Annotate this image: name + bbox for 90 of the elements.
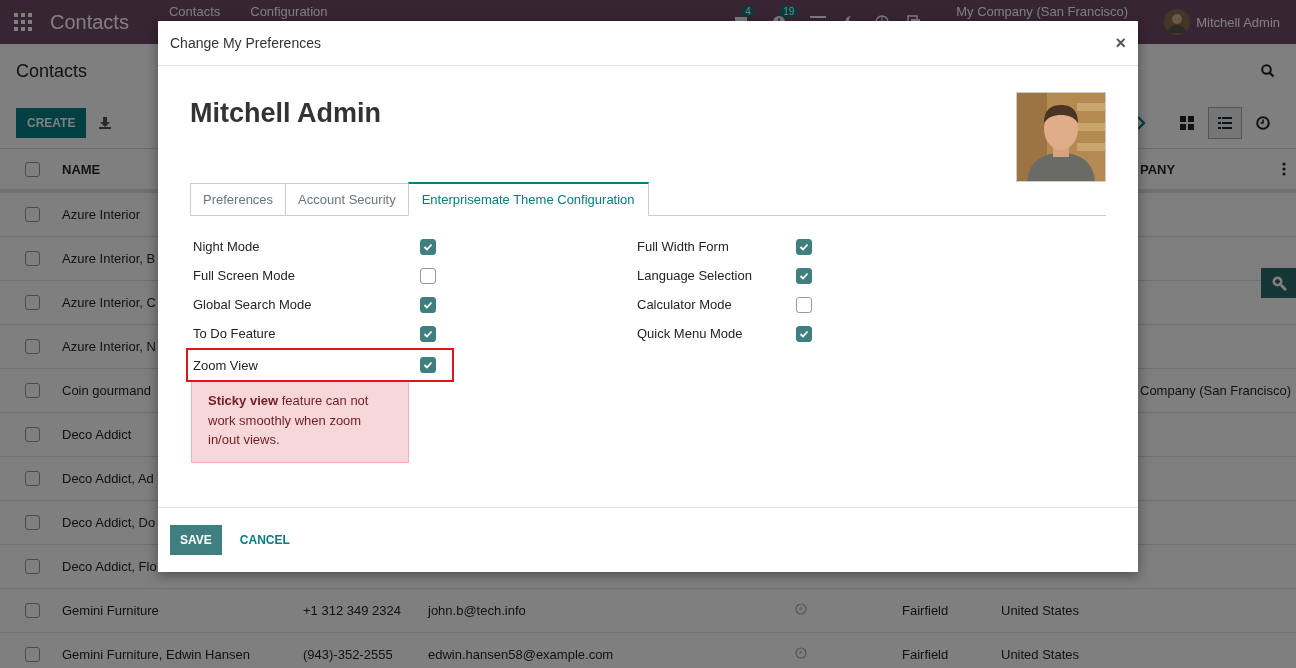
table-cell: Gemini Furniture, Edwin Hansen <box>62 647 250 662</box>
download-icon[interactable] <box>99 117 112 129</box>
table-cell: Azure Interior <box>62 207 141 222</box>
check-icon <box>799 271 809 280</box>
check-icon <box>423 300 433 309</box>
table-cell: +1 312 349 2324 <box>303 603 401 618</box>
company-switcher[interactable]: My Company (San Francisco) <box>956 4 1129 19</box>
create-button[interactable]: CREATE <box>16 108 87 138</box>
field-label: Night Mode <box>193 239 260 254</box>
table-cell: Deco Addict, Ad <box>62 471 154 486</box>
clock-icon[interactable] <box>795 603 807 615</box>
notification-badge: 4 <box>742 6 754 17</box>
checkbox[interactable] <box>420 267 436 284</box>
column-header[interactable]: NAME <box>62 161 101 177</box>
menu-item[interactable]: Contacts <box>168 4 221 19</box>
checkbox[interactable] <box>420 238 436 255</box>
notification-badge: 19 <box>780 6 798 17</box>
warning-message: Sticky view feature can not work smoothly when zoom in/out views. <box>191 382 409 463</box>
list-view-icon <box>1218 117 1232 129</box>
checkbox[interactable] <box>25 251 40 266</box>
table-cell: Fairfield <box>902 647 949 662</box>
zoom-button[interactable] <box>1261 268 1296 298</box>
checkbox[interactable] <box>25 603 40 618</box>
checkbox[interactable] <box>420 296 436 313</box>
table-cell: edwin.hansen58@example.com <box>428 647 614 662</box>
clock-icon[interactable] <box>795 647 807 659</box>
table-cell: Azure Interior, C <box>62 295 156 310</box>
checkbox[interactable] <box>796 267 812 284</box>
checkbox[interactable] <box>25 207 40 222</box>
cancel-button[interactable]: CANCEL <box>229 525 300 555</box>
check-icon <box>423 242 433 251</box>
save-button[interactable]: SAVE <box>170 525 222 555</box>
table-cell: Azure Interior, N <box>62 339 156 354</box>
field-label: Zoom View <box>193 357 258 373</box>
checkbox[interactable] <box>25 559 40 574</box>
checkbox[interactable] <box>25 427 40 442</box>
table-cell: Deco Addict <box>62 427 132 442</box>
table-cell: Azure Interior, B <box>62 251 156 266</box>
field-label: Calculator Mode <box>637 297 732 312</box>
table-cell: Deco Addict, Do <box>62 515 156 530</box>
tab[interactable]: Preferences <box>190 183 287 216</box>
table-cell: john.b@tech.info <box>428 603 526 618</box>
close-button[interactable]: × <box>1115 32 1126 54</box>
table-cell: (943)-352-2555 <box>303 647 393 662</box>
checkbox[interactable] <box>25 515 40 530</box>
tab[interactable]: Account Security <box>285 183 409 216</box>
table-cell: United States <box>1001 647 1080 662</box>
checkbox[interactable] <box>25 647 40 662</box>
options-icon[interactable] <box>1282 162 1286 176</box>
dialog-title: Change My Preferences <box>170 35 321 51</box>
field-label: To Do Feature <box>193 326 276 341</box>
check-icon <box>799 242 809 251</box>
activity-view-icon[interactable] <box>1256 116 1270 130</box>
checkbox[interactable] <box>420 325 436 342</box>
field-label: Language Selection <box>637 268 752 283</box>
checkbox[interactable] <box>25 161 40 177</box>
avatar-icon[interactable] <box>1164 9 1191 35</box>
field-label: Full Screen Mode <box>193 268 295 283</box>
checkbox[interactable] <box>420 357 436 373</box>
kanban-view-icon[interactable] <box>1180 116 1194 130</box>
table-cell: Coin gourmand <box>62 383 151 398</box>
zoom-in-icon <box>1270 275 1287 291</box>
tab[interactable]: Enterprisemate Theme Configuration <box>407 182 649 216</box>
checkbox[interactable] <box>796 238 812 255</box>
field-label: Global Search Mode <box>193 297 312 312</box>
breadcrumb: Contacts <box>16 60 88 82</box>
user-menu[interactable]: Mitchell Admin <box>1196 14 1280 30</box>
check-icon <box>423 329 433 338</box>
check-icon <box>799 329 809 338</box>
checkbox[interactable] <box>25 383 40 398</box>
table-cell: Company (San Francisco) <box>1140 383 1291 398</box>
field-label: Quick Menu Mode <box>637 326 743 341</box>
field-label: Full Width Form <box>637 239 729 254</box>
table-cell: United States <box>1001 603 1080 618</box>
menu-item[interactable]: Configuration <box>250 4 328 19</box>
list-view-button[interactable] <box>1208 107 1242 139</box>
check-icon <box>423 361 433 369</box>
search-icon[interactable] <box>1261 64 1275 78</box>
column-header[interactable]: PANY <box>1140 161 1176 177</box>
user-name: Mitchell Admin <box>190 98 381 130</box>
checkbox[interactable] <box>25 471 40 486</box>
apps-grid-icon[interactable] <box>14 13 32 31</box>
checkbox[interactable] <box>796 325 812 342</box>
checkbox[interactable] <box>25 295 40 310</box>
checkbox[interactable] <box>25 339 40 354</box>
checkbox[interactable] <box>796 296 812 313</box>
table-cell: Deco Addict, Flo <box>62 559 157 574</box>
app-title: Contacts <box>50 10 129 34</box>
table-cell: Gemini Furniture <box>62 603 159 618</box>
table-cell: Fairfield <box>902 603 949 618</box>
